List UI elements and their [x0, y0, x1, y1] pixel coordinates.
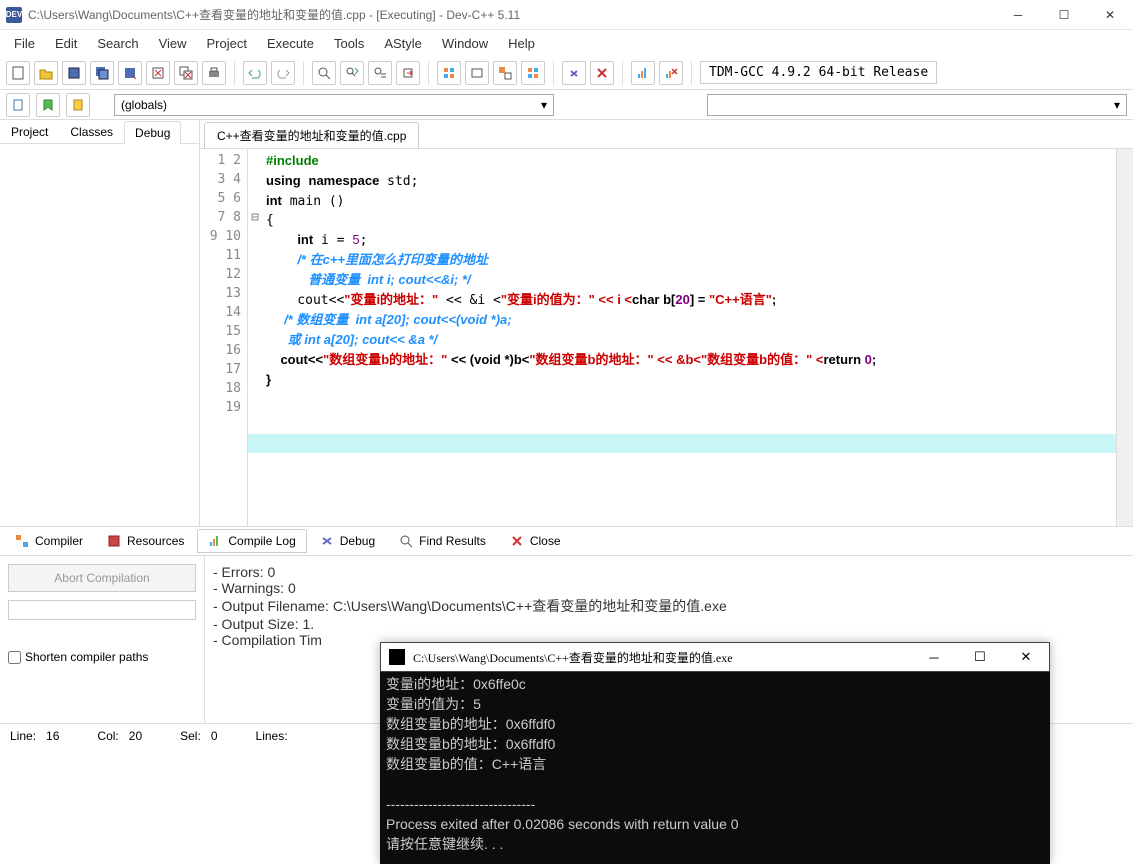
compiler-profile[interactable]: TDM-GCC 4.9.2 64-bit Release: [700, 61, 937, 84]
console-icon: [389, 649, 405, 665]
window-title: C:\Users\Wang\Documents\C++查看变量的地址和变量的值.…: [28, 6, 995, 23]
menu-view[interactable]: View: [151, 33, 195, 54]
undo-icon[interactable]: [243, 61, 267, 85]
close-button[interactable]: ✕: [1087, 0, 1133, 30]
console-window[interactable]: C:\Users\Wang\Documents\C++查看变量的地址和变量的值.…: [380, 642, 1050, 864]
menu-search[interactable]: Search: [89, 33, 146, 54]
debug-icon[interactable]: [562, 61, 586, 85]
abort-compilation-button: Abort Compilation: [8, 564, 196, 592]
progress-bar: [8, 600, 196, 620]
menu-execute[interactable]: Execute: [259, 33, 322, 54]
tab-project[interactable]: Project: [0, 120, 59, 143]
menu-file[interactable]: File: [6, 33, 43, 54]
shorten-paths-checkbox[interactable]: Shorten compiler paths: [8, 650, 196, 664]
console-close-button[interactable]: ✕: [1003, 642, 1049, 672]
console-maximize-button[interactable]: ☐: [957, 642, 1003, 672]
menu-help[interactable]: Help: [500, 33, 543, 54]
redo-icon[interactable]: [271, 61, 295, 85]
console-minimize-button[interactable]: ─: [911, 642, 957, 672]
globals-dropdown[interactable]: (globals)▾: [114, 94, 554, 116]
profile-icon[interactable]: [631, 61, 655, 85]
menu-project[interactable]: Project: [199, 33, 255, 54]
toolbar2: (globals)▾ ▾: [0, 90, 1133, 120]
replace-icon[interactable]: [340, 61, 364, 85]
scrollbar[interactable]: [1116, 149, 1133, 526]
close-all-icon[interactable]: [174, 61, 198, 85]
console-output: 变量i的地址：0x6ffe0c变量i的值为：5数组变量b的地址：0x6ffdf0…: [380, 672, 1050, 856]
save-icon[interactable]: [62, 61, 86, 85]
menu-window[interactable]: Window: [434, 33, 496, 54]
toggle-bookmark-icon[interactable]: [66, 93, 90, 117]
open-icon[interactable]: [34, 61, 58, 85]
menu-tools[interactable]: Tools: [326, 33, 372, 54]
save-as-icon[interactable]: [118, 61, 142, 85]
menubar: File Edit Search View Project Execute To…: [0, 30, 1133, 56]
tab-classes[interactable]: Classes: [59, 120, 124, 143]
btab-compiler[interactable]: Compiler: [4, 529, 94, 553]
btab-compile-log[interactable]: Compile Log: [197, 529, 306, 553]
btab-resources[interactable]: Resources: [96, 529, 195, 553]
maximize-button[interactable]: ☐: [1041, 0, 1087, 30]
btab-find-results[interactable]: Find Results: [388, 529, 497, 553]
delete-profile-icon[interactable]: [659, 61, 683, 85]
find-next-icon[interactable]: [368, 61, 392, 85]
compile-run-icon[interactable]: [493, 61, 517, 85]
console-title-text: C:\Users\Wang\Documents\C++查看变量的地址和变量的值.…: [413, 649, 911, 666]
print-icon[interactable]: [202, 61, 226, 85]
goto-icon[interactable]: [396, 61, 420, 85]
titlebar: DEV C:\Users\Wang\Documents\C++查看变量的地址和变…: [0, 0, 1133, 30]
code-editor[interactable]: #include using namespace std; int main (…: [248, 149, 1116, 526]
close-file-icon[interactable]: [146, 61, 170, 85]
bottom-tabs: Compiler Resources Compile Log Debug Fin…: [0, 526, 1133, 556]
compile-icon[interactable]: [437, 61, 461, 85]
btab-close[interactable]: Close: [499, 529, 572, 553]
run-icon[interactable]: [465, 61, 489, 85]
toolbar: TDM-GCC 4.9.2 64-bit Release: [0, 56, 1133, 90]
find-icon[interactable]: [312, 61, 336, 85]
menu-edit[interactable]: Edit: [47, 33, 85, 54]
menu-astyle[interactable]: AStyle: [376, 33, 430, 54]
bookmark-icon[interactable]: [6, 93, 30, 117]
goto-bookmark-icon[interactable]: [36, 93, 60, 117]
save-all-icon[interactable]: [90, 61, 114, 85]
rebuild-icon[interactable]: [521, 61, 545, 85]
app-icon: DEV: [6, 7, 22, 23]
minimize-button[interactable]: ─: [995, 0, 1041, 30]
gutter: 1 2 3 4 5 6 7 8 9 10 11 12 13 14 15 16 1…: [200, 149, 248, 526]
new-file-icon[interactable]: [6, 61, 30, 85]
stop-debug-icon[interactable]: [590, 61, 614, 85]
btab-debug[interactable]: Debug: [309, 529, 386, 553]
sidebar: Project Classes Debug: [0, 120, 200, 526]
editor-tab[interactable]: C++查看变量的地址和变量的值.cpp: [204, 122, 419, 148]
console-titlebar[interactable]: C:\Users\Wang\Documents\C++查看变量的地址和变量的值.…: [380, 642, 1050, 672]
scope-dropdown[interactable]: ▾: [707, 94, 1127, 116]
tab-debug[interactable]: Debug: [124, 121, 181, 144]
